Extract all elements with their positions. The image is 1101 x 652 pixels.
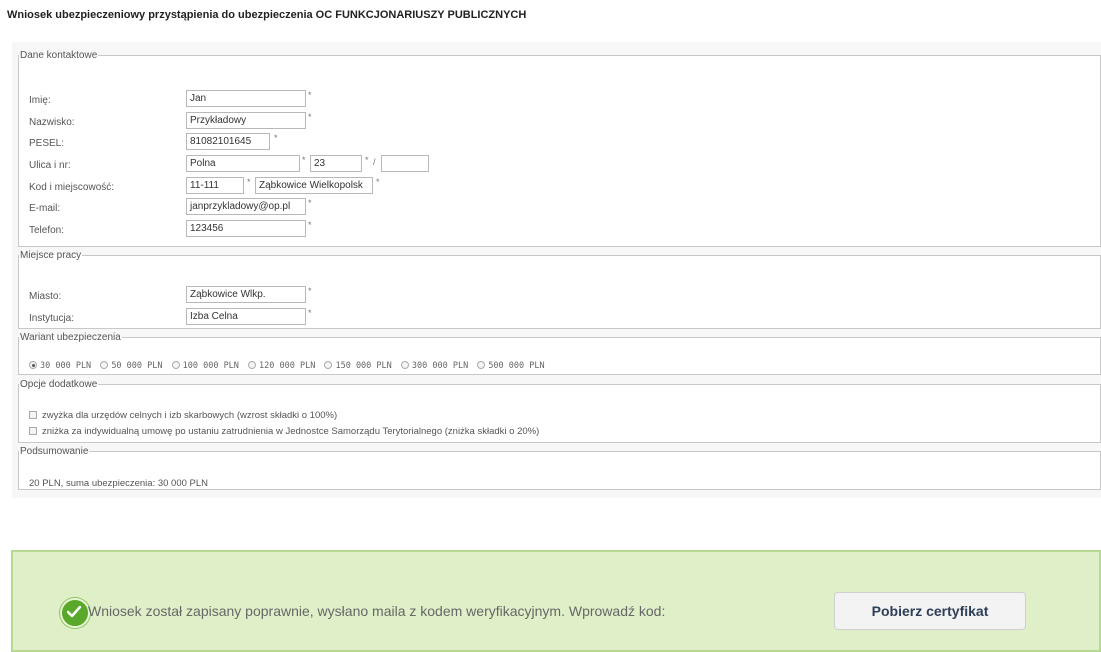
contact-legend: Dane kontaktowe <box>20 50 98 61</box>
workplace-legend: Miejsce pracy <box>20 250 82 261</box>
variant-option-500000[interactable]: 500 000 PLN <box>477 361 545 371</box>
success-message-text: Wniosek został zapisany poprawnie, wysła… <box>88 603 666 619</box>
postal-city-label: Kod i miejscowość: <box>29 182 115 193</box>
additional-options-fieldset: Opcje dodatkowe zwyżka dla urzędów celny… <box>18 379 1101 443</box>
street-label: Ulica i nr: <box>29 160 71 171</box>
email-input[interactable]: janprzykladowy@op.pl <box>186 198 306 215</box>
apartment-number-input[interactable] <box>381 155 429 172</box>
workplace-fieldset: Miejsce pracy Miasto: Ząbkowice Wlkp. * … <box>18 250 1101 329</box>
required-mark: * <box>247 177 251 187</box>
required-mark: * <box>308 220 312 230</box>
variant-option-150000[interactable]: 150 000 PLN <box>324 361 392 371</box>
individual-contract-discount-option[interactable]: zniżka za indywidualną umowę po ustaniu … <box>29 426 539 437</box>
last-name-label: Nazwisko: <box>29 117 75 128</box>
radio-icon[interactable] <box>477 361 486 369</box>
page-title: Wniosek ubezpieczeniowy przystąpienia do… <box>7 9 527 21</box>
contact-fieldset: Dane kontaktowe Imię: Jan * Nazwisko: Pr… <box>18 50 1101 247</box>
street-input[interactable]: Polna <box>186 155 300 172</box>
required-mark: * <box>308 286 312 296</box>
customs-surcharge-option[interactable]: zwyżka dla urzędów celnych i izb skarbow… <box>29 410 337 421</box>
required-mark: * <box>376 177 380 187</box>
slash-separator: / <box>373 157 376 167</box>
variant-legend: Wariant ubezpieczenia <box>20 332 121 343</box>
radio-icon[interactable] <box>400 361 409 369</box>
additional-options-legend: Opcje dodatkowe <box>20 379 98 390</box>
first-name-input[interactable]: Jan <box>186 90 306 107</box>
variant-option-300000[interactable]: 300 000 PLN <box>400 361 468 371</box>
house-number-input[interactable]: 23 <box>310 155 362 172</box>
download-certificate-button[interactable]: Pobierz certyfikat <box>834 592 1026 630</box>
radio-icon[interactable] <box>100 361 109 369</box>
last-name-input[interactable]: Przykładowy <box>186 112 306 129</box>
pesel-label: PESEL: <box>29 138 65 149</box>
required-mark: * <box>308 308 312 318</box>
city-input[interactable]: Ząbkowice Wielkopolsk <box>255 177 373 194</box>
workplace-city-label: Miasto: <box>29 291 62 302</box>
required-mark: * <box>308 112 312 122</box>
radio-icon[interactable] <box>248 361 257 369</box>
radio-icon[interactable] <box>324 361 333 369</box>
institution-input[interactable]: Izba Celna <box>186 308 306 325</box>
required-mark: * <box>302 155 306 165</box>
required-mark: * <box>274 133 278 143</box>
variant-option-100000[interactable]: 100 000 PLN <box>171 361 239 371</box>
variant-option-120000[interactable]: 120 000 PLN <box>248 361 315 371</box>
phone-label: Telefon: <box>29 225 65 236</box>
variant-option-30000[interactable]: 30 000 PLN <box>29 361 91 371</box>
postal-code-input[interactable]: 11-111 <box>186 177 244 194</box>
institution-label: Instytucja: <box>29 313 75 324</box>
required-mark: * <box>308 198 312 208</box>
success-message-box: Wniosek został zapisany poprawnie, wysła… <box>11 550 1101 652</box>
summary-legend: Podsumowanie <box>20 446 89 457</box>
variant-fieldset: Wariant ubezpieczenia 30 000 PLN 50 000 … <box>18 332 1101 375</box>
phone-input[interactable]: 123456 <box>186 220 306 237</box>
variant-radio-group: 30 000 PLN 50 000 PLN 100 000 PLN 120 00… <box>29 361 549 371</box>
radio-selected-icon[interactable] <box>29 361 37 369</box>
checkmark-icon <box>60 598 90 628</box>
first-name-label: Imię: <box>29 95 51 106</box>
summary-text: 20 PLN, suma ubezpieczenia: 30 000 PLN <box>29 478 209 489</box>
required-mark: * <box>365 155 369 165</box>
checkbox-icon[interactable] <box>29 411 37 419</box>
variant-option-50000[interactable]: 50 000 PLN <box>100 361 163 371</box>
radio-icon[interactable] <box>171 361 180 369</box>
summary-fieldset: Podsumowanie 20 PLN, suma ubezpieczenia:… <box>18 446 1101 490</box>
required-mark: * <box>308 90 312 100</box>
workplace-city-input[interactable]: Ząbkowice Wlkp. <box>186 286 306 303</box>
email-label: E-mail: <box>29 203 61 214</box>
checkbox-icon[interactable] <box>29 427 37 435</box>
pesel-input[interactable]: 81082101645 <box>186 133 270 150</box>
